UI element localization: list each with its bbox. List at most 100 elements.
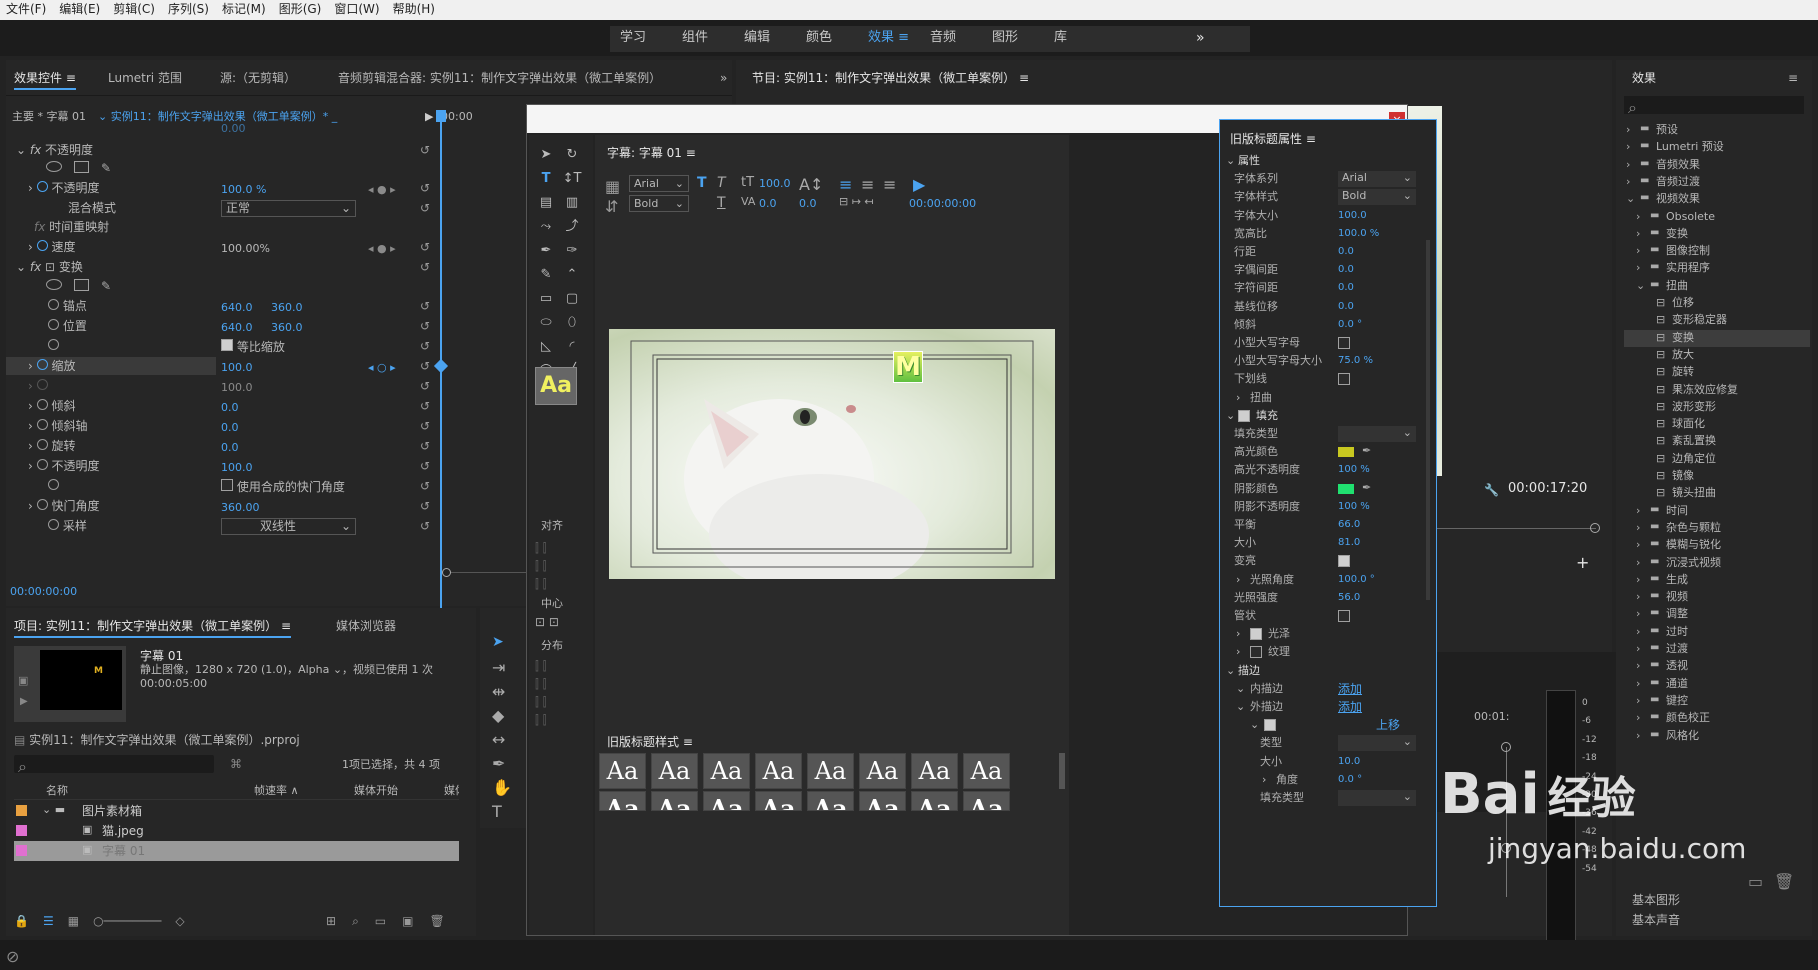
title-property-row[interactable]: 平衡 66.0 <box>1220 516 1430 534</box>
effect-tree-item[interactable]: › ▬ 风格化 <box>1624 728 1810 745</box>
effect-tree-item[interactable]: ⊟ 果冻效应修复 <box>1624 382 1810 399</box>
property-value[interactable]: 75.0 % <box>1338 354 1373 368</box>
stopwatch-icon[interactable] <box>36 459 48 470</box>
effect-controls-timecode[interactable]: 00:00:00:00 <box>10 585 77 599</box>
property-value[interactable]: 100 % <box>1338 500 1370 514</box>
font-family-select[interactable]: Arial ⌄ <box>629 175 689 192</box>
title-property-row[interactable]: › 光照角度 100.0 ° <box>1220 571 1430 589</box>
selection-tool-icon[interactable]: ➤ <box>535 145 557 165</box>
props-scrollbar[interactable] <box>1426 240 1430 600</box>
tab-project[interactable]: 项目: 实例11：制作文字弹出效果（微工单案例） ≡ <box>14 619 292 638</box>
effect-tree-item[interactable]: › ▬ 沉浸式视频 <box>1624 555 1810 572</box>
property-checkbox[interactable] <box>1250 646 1262 659</box>
opacity2-value[interactable]: 100.0 <box>221 461 253 475</box>
tab-audio-mixer[interactable]: 音频剪辑混合器: 实例11：制作文字弹出效果（微工单案例） <box>338 71 690 85</box>
transform-group[interactable]: ⌄ fx ⊡ 变换 <box>16 260 83 274</box>
vertical-path-type-icon[interactable]: ⤴ <box>561 217 583 237</box>
label-color-swatch[interactable] <box>16 825 27 836</box>
opacity-value[interactable]: 100.0 % <box>221 183 266 197</box>
stopwatch-icon[interactable] <box>48 339 59 353</box>
effect-tree-item[interactable]: › ▬ 音频效果 <box>1624 157 1810 174</box>
ellipse-mask-icon[interactable] <box>46 161 62 172</box>
style-swatch[interactable]: Aa <box>755 791 802 811</box>
property-value[interactable]: 100 % <box>1338 463 1370 477</box>
style-swatch[interactable]: Aa <box>807 791 854 811</box>
effect-tree-item[interactable]: › ▬ Obsolete <box>1624 209 1810 226</box>
property-checkbox[interactable] <box>1250 628 1262 641</box>
vscroll-handle[interactable] <box>1501 742 1511 752</box>
sort-icon[interactable]: ◇ <box>175 914 184 928</box>
style-swatch[interactable]: Aa <box>911 791 958 811</box>
rectangle-icon[interactable]: ▭ <box>535 289 557 309</box>
effect-tree-item[interactable]: ⌄ ▬ 扭曲 <box>1624 278 1810 295</box>
new-search-bin-icon[interactable]: ⌘ <box>230 757 242 771</box>
style-swatch[interactable]: Aa <box>963 791 1010 811</box>
style-swatch[interactable]: Aa <box>599 791 646 811</box>
title-property-row[interactable]: 高光颜色 ✒ <box>1220 443 1430 461</box>
wedge-icon[interactable]: ◺ <box>535 337 557 357</box>
effect-tree-item[interactable]: ⊟ 镜像 <box>1624 468 1810 485</box>
use-comp-shutter-checkbox[interactable]: 使用合成的快门角度 <box>221 479 345 494</box>
style-swatch[interactable]: Aa <box>807 753 854 789</box>
color-swatch[interactable] <box>1338 447 1354 458</box>
position-x-value[interactable]: 640.0 <box>221 321 253 335</box>
speed-value[interactable]: 100.00% <box>221 242 270 256</box>
title-property-row[interactable]: ⌄ 属性 <box>1220 152 1430 170</box>
effect-tree-item[interactable]: ⊟ 放大 <box>1624 347 1810 364</box>
title-property-row[interactable]: 字偶间距 0.0 <box>1220 261 1430 279</box>
anchor-y-value[interactable]: 360.0 <box>271 301 303 315</box>
panel-more-icon[interactable]: » <box>720 71 727 85</box>
effect-tree-item[interactable]: ⊟ 球面化 <box>1624 416 1810 433</box>
title-text-m[interactable]: M <box>893 351 923 383</box>
title-property-row[interactable]: 小型大写字母 <box>1220 334 1430 352</box>
vertical-area-type-icon[interactable]: ▥ <box>561 193 583 213</box>
menu-item[interactable]: 标记(M) <box>222 2 266 16</box>
property-select[interactable]: ⌄ <box>1338 426 1416 442</box>
pen-icon[interactable]: ✒ <box>492 754 505 773</box>
menu-item[interactable]: 剪辑(C) <box>113 2 155 16</box>
effect-tree-item[interactable]: ⊟ 旋转 <box>1624 364 1810 381</box>
font-size-value[interactable]: 100.0 <box>759 177 791 191</box>
workspace-tab[interactable]: 编辑 <box>744 31 806 45</box>
stopwatch-icon[interactable] <box>36 499 48 510</box>
playhead-handle[interactable] <box>436 110 446 122</box>
title-property-row[interactable]: 阴影颜色 ✒ <box>1220 480 1430 498</box>
stroke-checkbox[interactable] <box>1264 719 1276 732</box>
area-type-icon[interactable]: ▤ <box>535 193 557 213</box>
effect-tree-item[interactable]: › ▬ 变换 <box>1624 226 1810 243</box>
trash-icon[interactable]: 🗑 <box>1774 872 1794 891</box>
stopwatch-icon[interactable] <box>48 319 59 330</box>
stopwatch-icon[interactable] <box>48 479 59 493</box>
tab-source[interactable]: 源:（无剪辑） <box>220 71 296 85</box>
tab-effect-controls[interactable]: 效果控件 ≡ <box>14 71 76 90</box>
title-property-row[interactable]: ⌄ 内描边 添加 <box>1220 680 1430 698</box>
workspace-tab[interactable]: 音频 <box>930 31 992 45</box>
clipped-rect-icon[interactable]: ⬭ <box>535 313 557 333</box>
icon-view-icon[interactable]: ▦ <box>68 914 79 928</box>
align-center-icon[interactable]: ≡ <box>861 175 874 194</box>
pen-mask-icon[interactable]: ✎ <box>101 279 111 293</box>
effect-tree-item[interactable]: ⊟ 位移 <box>1624 295 1810 312</box>
label-color-swatch[interactable] <box>16 845 27 856</box>
title-property-row[interactable]: 行距 0.0 <box>1220 243 1430 261</box>
uniform-scale-checkbox[interactable]: 等比缩放 <box>221 339 285 354</box>
type-tool-icon[interactable]: T <box>492 802 502 821</box>
background-timecode[interactable]: 00:00:00:00 <box>909 197 976 211</box>
effect-tree-item[interactable]: › ▬ 透视 <box>1624 658 1810 675</box>
reset-icon[interactable]: ↺ <box>420 143 430 157</box>
title-property-row[interactable]: 光照强度 56.0 <box>1220 589 1430 607</box>
style-swatch[interactable]: Aa <box>651 791 698 811</box>
reset-icon[interactable]: ↺ <box>420 359 430 373</box>
settings-wrench-icon[interactable]: 🔧 <box>1484 483 1499 497</box>
effect-tree-item[interactable]: › ▬ 调整 <box>1624 606 1810 623</box>
style-preview[interactable]: Aa <box>535 367 577 405</box>
effect-tree-item[interactable]: › ▬ 预设 <box>1624 122 1810 139</box>
effect-tree-item[interactable]: › ▬ 视频 <box>1624 589 1810 606</box>
track-select-icon[interactable]: ⇥ <box>492 658 505 677</box>
column-framerate[interactable]: 帧速率 ∧ <box>254 784 299 798</box>
color-swatch[interactable] <box>1338 483 1354 494</box>
title-property-row[interactable]: › 纹理 <box>1220 643 1430 661</box>
eyedropper-icon[interactable]: ✒ <box>1362 481 1371 494</box>
align-right-icon[interactable]: ≡ <box>883 175 896 194</box>
rounded-rect2-icon[interactable]: ⬯ <box>561 313 583 333</box>
